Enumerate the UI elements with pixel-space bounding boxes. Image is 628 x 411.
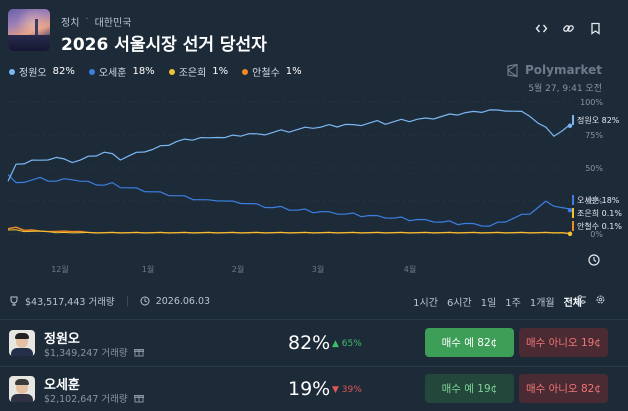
chart-timestamp: 5월 27, 9:41 오전 <box>528 84 602 94</box>
series-line <box>7 174 571 227</box>
series-end-label: 정원오 82% <box>577 115 620 125</box>
stats-divider <box>126 296 128 306</box>
code-icon[interactable] <box>535 22 548 35</box>
live-clock-icon[interactable] <box>588 254 600 266</box>
brand-name: Polymarket <box>524 63 602 77</box>
legend-item: 오세훈 18% <box>88 64 155 79</box>
market-thumbnail <box>8 9 50 51</box>
series-end-label: 안철수 0.1% <box>577 221 622 231</box>
buy-yes-button[interactable]: 매수 예 82¢ <box>425 328 514 357</box>
legend-name: 오세훈 <box>98 68 127 79</box>
legend-pct: 1% <box>285 66 302 77</box>
legend-pct: 18% <box>132 66 155 77</box>
legend-name: 안철수 <box>252 68 280 79</box>
y-tick-label: 100% <box>580 98 603 107</box>
candidate-volume: $1,349,247 거래량 <box>44 348 128 359</box>
candidate-row[interactable]: 오세훈 $2,102,647 거래량 19% ▼ 39% 매수 예 19¢ 매수… <box>0 367 628 411</box>
gift-icon <box>133 395 144 403</box>
trophy-icon <box>10 296 18 306</box>
breadcrumb-separator: · <box>85 14 89 25</box>
end-label-marker <box>572 208 574 218</box>
probability-change: ▼ 39% <box>332 385 362 395</box>
series-endpoint <box>567 208 573 213</box>
end-label-marker <box>572 195 574 205</box>
header-actions <box>535 22 602 35</box>
candidate-volume: $2,102,647 거래량 <box>44 394 128 405</box>
y-tick-label: 75% <box>585 131 603 140</box>
legend-swatch <box>9 68 15 75</box>
y-tick-label: 0% <box>590 230 603 239</box>
series-end-label: 조은희 0.1% <box>577 208 622 218</box>
candidate-row[interactable]: 정원오 $1,349,247 거래량 82% ▲ 65% 매수 예 82¢ 매수… <box>0 321 628 365</box>
candidate-probability: 82% <box>288 332 331 354</box>
avatar <box>9 330 35 356</box>
brand-watermark: Polymarket <box>506 63 602 77</box>
clock-icon <box>140 296 150 306</box>
candidate-probability: 19% <box>288 378 331 400</box>
x-tick-label: 2월 <box>232 264 244 274</box>
buy-no-button[interactable]: 매수 아니오 82¢ <box>519 374 608 403</box>
series-line <box>7 109 571 182</box>
range-tab[interactable]: 1개월 <box>530 294 555 309</box>
range-tab[interactable]: 6시간 <box>447 294 472 309</box>
total-volume: $43,517,443 거래량 <box>25 297 115 308</box>
candidate-volume-wrap: $1,349,247 거래량 <box>44 345 144 359</box>
gear-icon[interactable] <box>595 294 606 305</box>
x-tick-label: 4월 <box>404 264 416 274</box>
range-tab[interactable]: 1시간 <box>413 294 438 309</box>
breadcrumb-subcategory[interactable]: 대한민국 <box>95 14 132 29</box>
legend-swatch <box>242 68 249 75</box>
bookmark-icon[interactable] <box>589 22 602 35</box>
x-tick-label: 1월 <box>142 264 154 274</box>
chart-controls <box>576 294 606 305</box>
y-tick-label: 50% <box>585 164 603 173</box>
breadcrumb: 정치 · 대한민국 <box>61 14 131 29</box>
buy-no-button[interactable]: 매수 아니오 19¢ <box>519 328 608 357</box>
sliders-icon[interactable] <box>576 294 587 305</box>
legend-item: 정원오 82% <box>9 64 75 79</box>
candidate-volume-wrap: $2,102,647 거래량 <box>44 391 144 405</box>
legend-pct: 82% <box>52 66 75 77</box>
time-range-selector: 1시간 6시간 1일 1주 1개월 전체 <box>413 294 582 309</box>
buy-yes-button[interactable]: 매수 예 19¢ <box>425 374 514 403</box>
polymarket-logo-icon <box>507 63 518 77</box>
legend-name: 정원오 <box>19 68 47 79</box>
link-icon[interactable] <box>562 22 575 35</box>
price-history-chart[interactable]: 100%75%50%25%0%12월 1월 2월 3월 4월정원오 82%오세훈 18%… <box>0 94 628 274</box>
series-line <box>7 229 571 235</box>
legend-swatch <box>88 68 95 75</box>
series-endpoint <box>567 123 573 128</box>
market-stats: $43,517,443 거래량 2026.06.03 <box>9 294 210 308</box>
legend-name: 조은희 <box>178 68 207 79</box>
probability-change: ▲ 65% <box>332 339 362 349</box>
avatar <box>9 376 35 402</box>
legend-pct: 1% <box>212 66 229 77</box>
legend-item: 조은희 1% <box>168 64 229 79</box>
end-date: 2026.06.03 <box>155 295 211 307</box>
legend-swatch <box>168 68 175 75</box>
end-label-marker <box>572 115 574 125</box>
series-end-label: 오세훈 18% <box>577 195 620 205</box>
chart-legend: 정원오 82% 오세훈 18% 조은희 1% 안철수 1% <box>9 64 302 79</box>
row-divider <box>0 319 628 320</box>
x-tick-label: 12월 <box>51 264 69 274</box>
series-endpoint <box>567 231 573 237</box>
legend-item: 안철수 1% <box>242 64 302 79</box>
range-tab[interactable]: 1주 <box>505 294 521 309</box>
page-title: 2026 서울시장 선거 당선자 <box>61 35 267 55</box>
end-label-marker <box>572 221 574 231</box>
gift-icon <box>133 349 144 357</box>
x-tick-label: 3월 <box>312 264 324 274</box>
range-tab[interactable]: 1일 <box>481 294 497 309</box>
breadcrumb-category[interactable]: 정치 <box>61 14 79 29</box>
